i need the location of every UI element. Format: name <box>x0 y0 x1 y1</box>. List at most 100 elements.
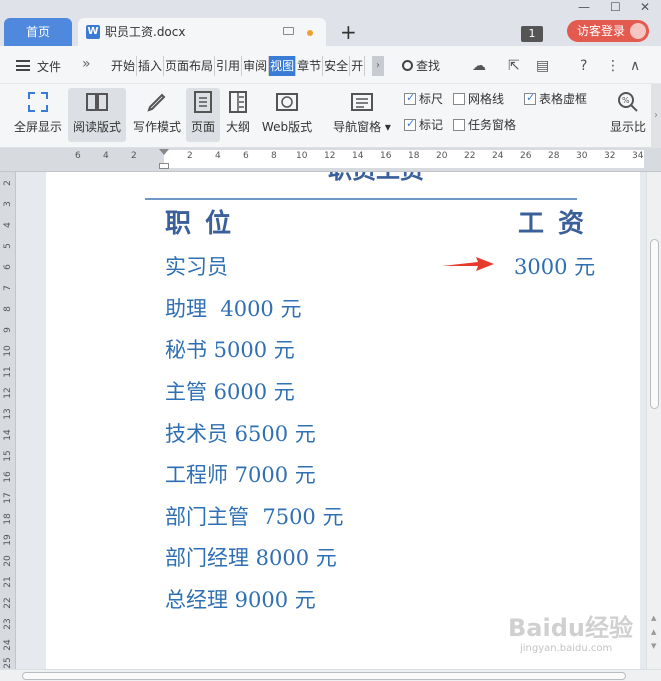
table-gridlines-checkbox[interactable]: 表格虚框 <box>524 91 587 106</box>
row-dept-manager[interactable]: 部门经理 8000 元 <box>165 545 337 571</box>
web-view-button[interactable]: Web版式 <box>258 88 316 142</box>
write-mode-button[interactable]: 写作模式 <box>130 88 184 142</box>
ruler-number: 22 <box>464 151 476 161</box>
zoom-button[interactable]: % 显示比 <box>606 88 650 142</box>
vertical-scroll-thumb[interactable] <box>650 239 659 409</box>
row-dept-supervisor[interactable]: 部门主管 7500 元 <box>165 504 343 530</box>
header-position[interactable]: 职位 <box>165 208 245 240</box>
tab-references[interactable]: 引用 <box>215 56 243 76</box>
document-area[interactable]: 职员工资 职位 工资 实习员 3000 元 助理 4000 元 秘书 5000 … <box>16 172 646 669</box>
tabs-scroll-right-button[interactable]: › <box>372 56 384 76</box>
help-icon[interactable]: ? <box>580 56 587 76</box>
horizontal-scroll-thumb[interactable] <box>22 672 626 680</box>
row-assistant[interactable]: 助理 4000 元 <box>165 296 301 322</box>
page-icon <box>191 90 215 114</box>
first-line-indent-marker[interactable] <box>159 149 169 155</box>
ruler-number: 20 <box>436 151 448 161</box>
header-salary[interactable]: 工资 <box>518 208 598 240</box>
table-gridlines-check-box <box>524 91 536 105</box>
word-doc-icon: W <box>86 25 100 39</box>
write-mode-label: 写作模式 <box>132 120 181 134</box>
share-icon[interactable]: ⇱ <box>508 56 520 76</box>
tab-review[interactable]: 审阅 <box>242 56 270 76</box>
more-menus-button[interactable]: » <box>82 56 91 72</box>
row-secretary[interactable]: 秘书 5000 元 <box>165 337 295 363</box>
minimize-button[interactable]: — <box>578 0 590 14</box>
tab-dev[interactable]: 开 <box>350 56 366 76</box>
ruler-number: 34 <box>632 151 644 161</box>
tab-section[interactable]: 章节 <box>296 56 324 76</box>
row-general-manager[interactable]: 总经理 9000 元 <box>165 587 316 613</box>
ruler-number: 16 <box>380 151 392 161</box>
ruler-checkbox[interactable]: 标尺 <box>404 91 444 106</box>
horizontal-scrollbar[interactable] <box>0 669 661 681</box>
intern-salary[interactable]: 3000 元 <box>514 254 595 280</box>
find-label: 查找 <box>416 59 441 73</box>
horizontal-ruler[interactable]: 6 4 2 2 4 6 8 10 12 14 16 18 20 22 24 26… <box>0 148 661 172</box>
ribbon-tabs: 开始 插入 页面布局 引用 审阅 视图 章节 安全 开 <box>110 56 366 76</box>
ruler-check-box <box>404 91 416 105</box>
tab-document[interactable]: W 职员工资.docx <box>78 18 326 46</box>
task-pane-checkbox[interactable]: 任务窗格 <box>453 118 516 132</box>
tab-security[interactable]: 安全 <box>323 56 351 76</box>
outline-view-button[interactable]: 大纲 <box>222 88 254 142</box>
search-icon <box>402 60 413 71</box>
fullscreen-button[interactable]: 全屏显示 <box>10 88 66 142</box>
prev-page-icon[interactable]: ▲ <box>651 628 656 636</box>
guest-login-button[interactable]: 访客登录 <box>567 20 649 42</box>
ruler-number: 8 <box>3 306 13 312</box>
hamburger-icon[interactable] <box>16 60 30 71</box>
ruler-label: 标尺 <box>419 92 444 106</box>
tab-insert[interactable]: 插入 <box>137 56 165 76</box>
ruler-number: 5 <box>3 243 13 249</box>
ruler-number: 4 <box>215 151 221 161</box>
ribbon-scroll-right-button[interactable]: › <box>651 84 661 148</box>
ruler-number: 6 <box>3 264 13 270</box>
gridlines-checkbox[interactable]: 网格线 <box>453 92 504 106</box>
window-count-badge[interactable]: 1 <box>521 26 543 42</box>
find-button[interactable]: 查找 <box>402 56 440 76</box>
left-indent-marker[interactable] <box>159 163 169 169</box>
row-technician[interactable]: 技术员 6500 元 <box>165 421 316 447</box>
page-view-button[interactable]: 页面 <box>186 88 220 142</box>
marks-label: 标记 <box>419 118 444 132</box>
more-tools-icon[interactable]: ▤ <box>536 56 549 76</box>
tab-view[interactable]: 视图 <box>269 56 297 76</box>
close-button[interactable]: ✕ <box>640 0 650 14</box>
collapse-ribbon-icon[interactable]: ∧ <box>630 56 640 76</box>
next-page-icon[interactable]: ▼ <box>651 642 656 650</box>
ruler-number: 12 <box>324 151 336 161</box>
ruler-number: 2 <box>131 151 137 161</box>
read-mode-button[interactable]: 阅读版式 <box>68 88 126 142</box>
ruler-number: 22 <box>3 597 13 609</box>
ruler-number: 24 <box>492 151 504 161</box>
task-pane-check-box <box>453 119 465 131</box>
read-mode-label: 阅读版式 <box>72 120 121 134</box>
nav-pane-button[interactable]: 导航窗格 ▾ <box>330 88 394 142</box>
menu-file[interactable]: 文件 <box>37 58 61 75</box>
avatar-icon <box>630 23 646 39</box>
document-page[interactable]: 职员工资 职位 工资 实习员 3000 元 助理 4000 元 秘书 5000 … <box>46 172 640 669</box>
ruler-number: 6 <box>243 151 249 161</box>
vertical-ruler[interactable]: 2 3 4 5 6 7 8 9 10 11 12 13 14 15 16 17 … <box>0 172 16 669</box>
ruler-number: 12 <box>3 387 13 399</box>
document-title[interactable]: 职员工资 <box>226 172 526 185</box>
page-up-icon[interactable]: ▲ <box>651 614 656 622</box>
marks-checkbox[interactable]: 标记 <box>404 117 444 132</box>
more-options-icon[interactable]: ⋮ <box>606 56 620 76</box>
ruler-number: 19 <box>3 534 13 546</box>
svg-text:%: % <box>622 96 630 105</box>
row-intern[interactable]: 实习员 <box>165 254 228 280</box>
monitor-icon[interactable] <box>283 27 294 35</box>
vertical-scrollbar[interactable]: ▲ ▲ ▼ <box>646 172 661 669</box>
maximize-button[interactable]: ☐ <box>610 0 621 14</box>
row-engineer[interactable]: 工程师 7000 元 <box>165 462 316 488</box>
cloud-sync-icon[interactable]: ☁ <box>472 56 486 76</box>
tab-start[interactable]: 开始 <box>110 56 138 76</box>
ruler-number: 23 <box>3 618 13 630</box>
row-supervisor[interactable]: 主管 6000 元 <box>165 379 295 405</box>
tab-page-layout[interactable]: 页面布局 <box>164 56 216 76</box>
tab-home[interactable]: 首页 <box>4 18 72 46</box>
new-tab-button[interactable]: + <box>340 20 357 44</box>
nav-pane-icon <box>350 90 374 114</box>
